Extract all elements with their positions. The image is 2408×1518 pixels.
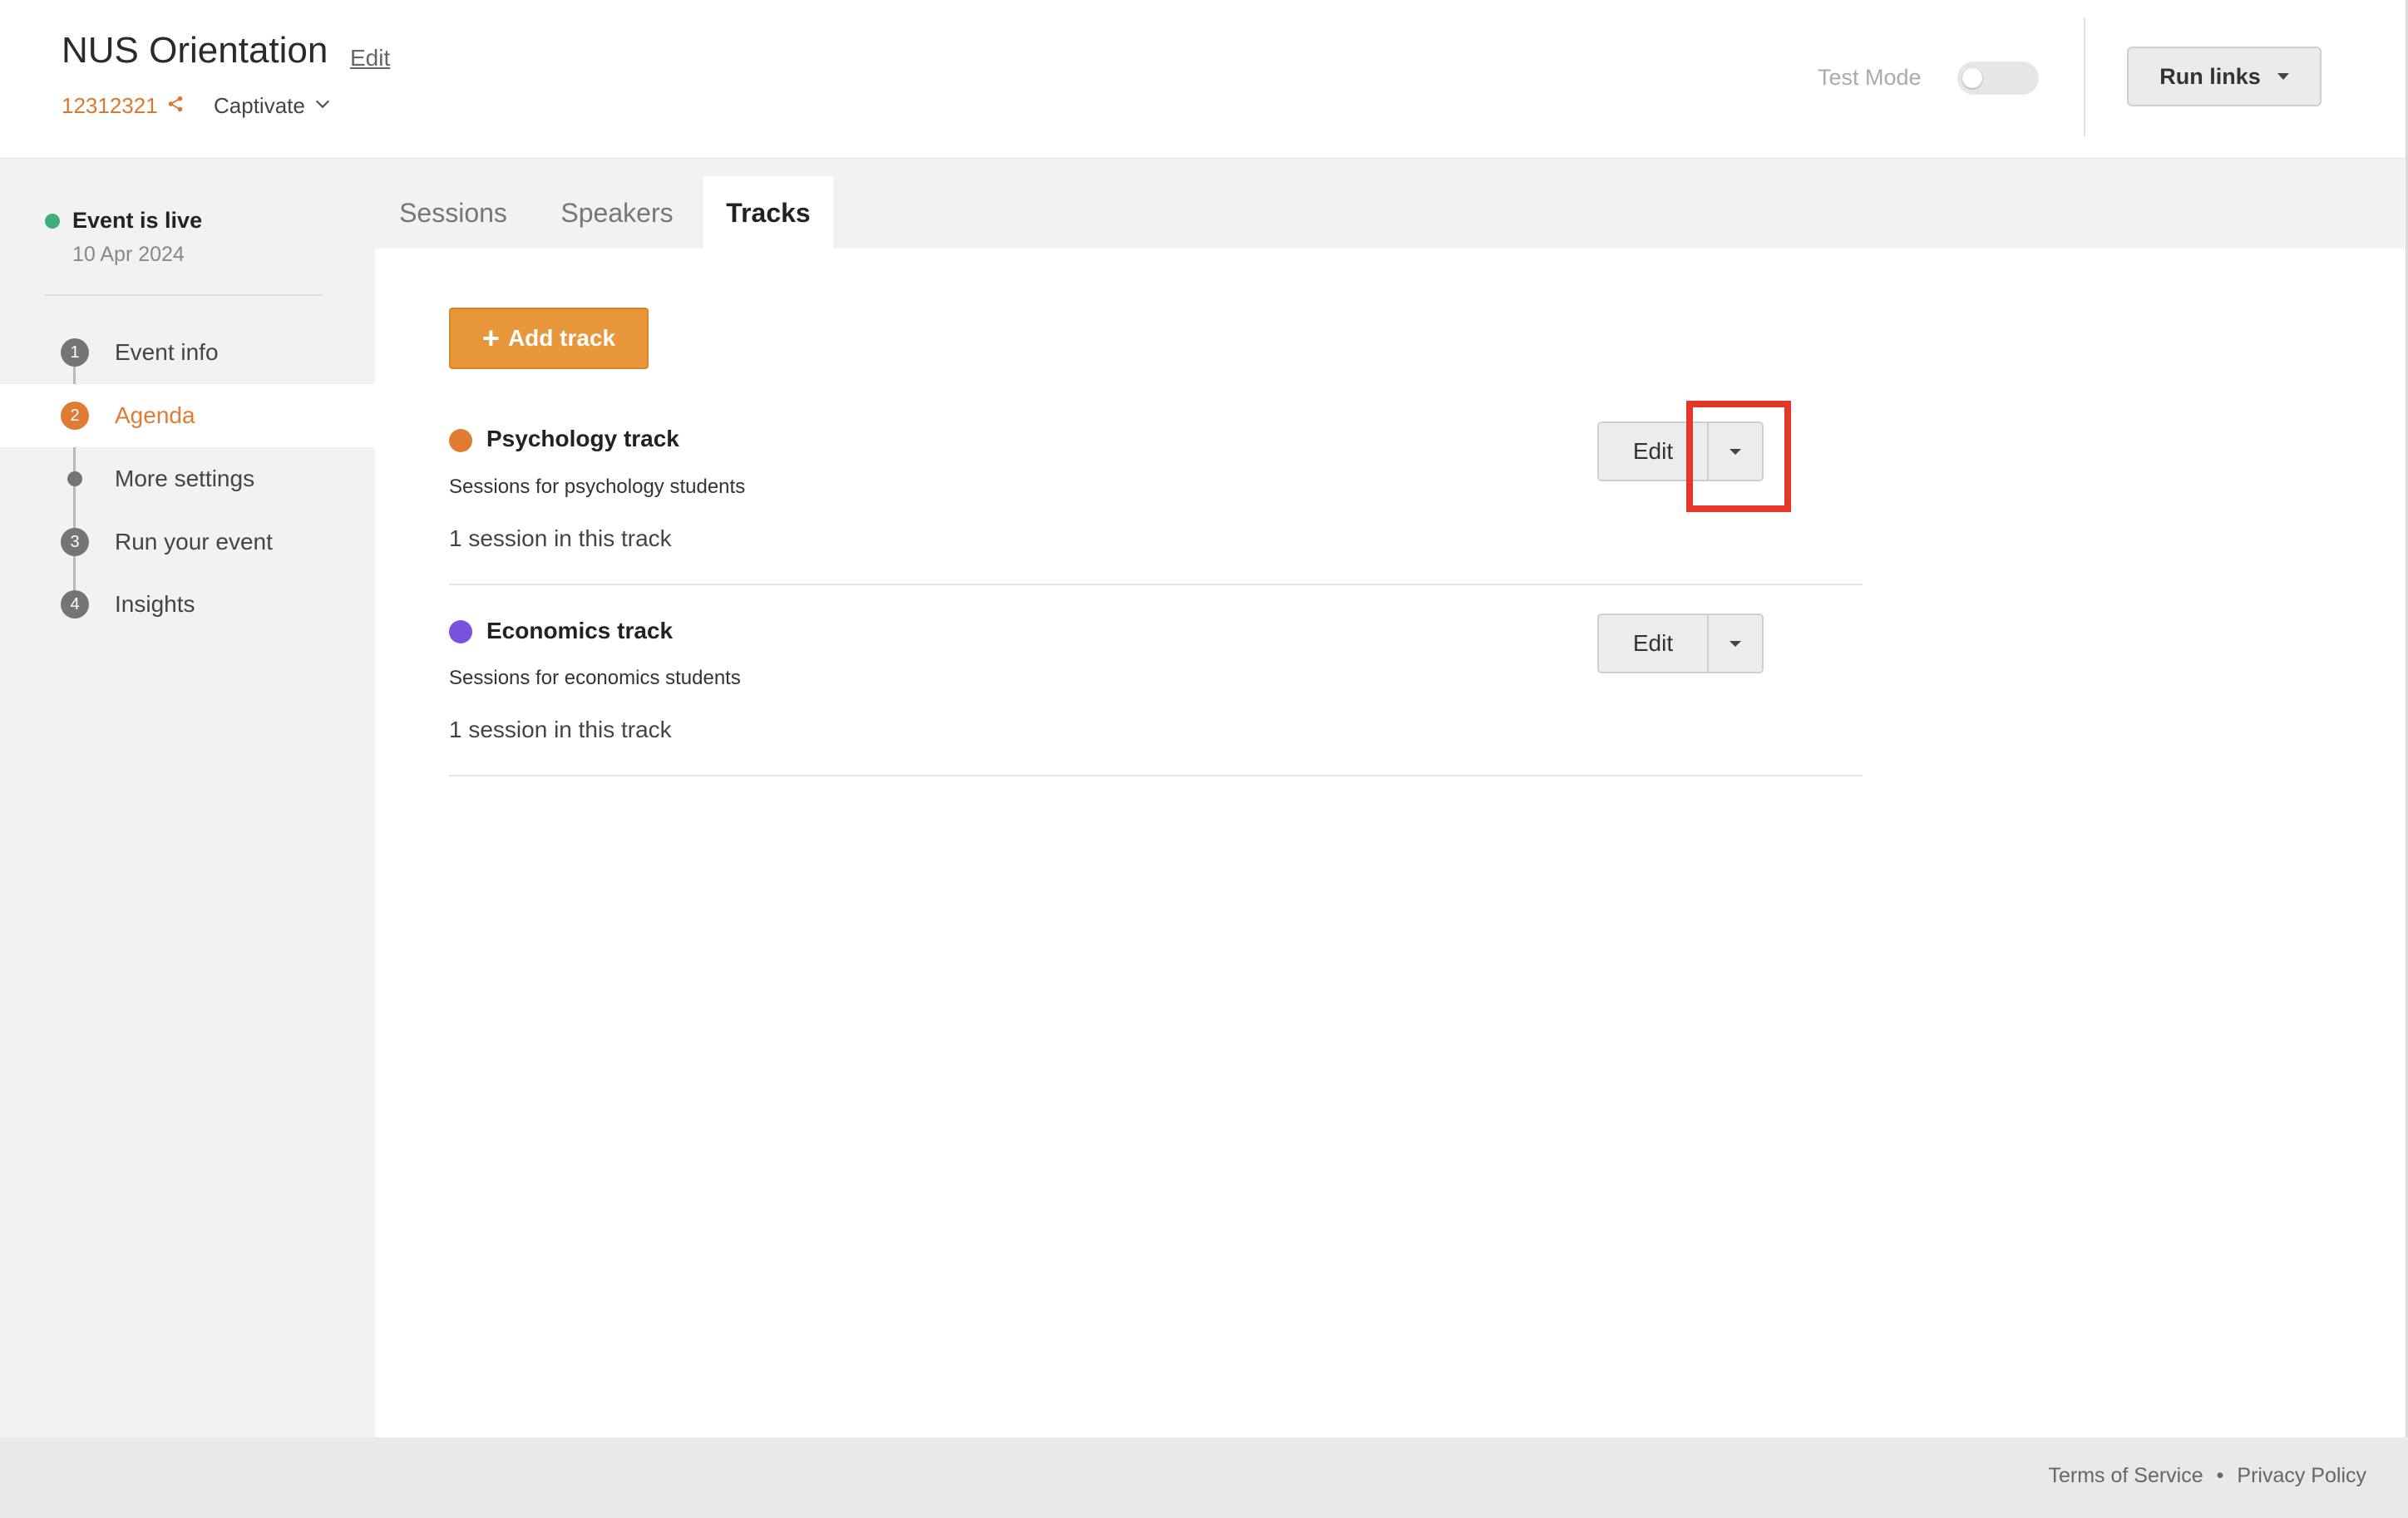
add-track-button[interactable]: + Add track <box>449 308 649 369</box>
plus-icon: + <box>481 321 500 355</box>
footer-links: Terms of Service • Privacy Policy <box>2048 1464 2366 1488</box>
track-name: Psychology track <box>486 426 679 451</box>
step-number: 1 <box>61 338 89 367</box>
sidebar-item-label: Agenda <box>115 402 195 428</box>
track-session-count: 1 session in this track <box>449 717 672 742</box>
track-actions-dropdown-button[interactable] <box>1709 614 1764 673</box>
tab-sessions[interactable]: Sessions <box>375 176 531 249</box>
caret-down-icon <box>1730 640 1741 647</box>
track-actions: Edit <box>1597 614 1764 673</box>
header-divider <box>2084 18 2085 136</box>
sidebar-item-label: More settings <box>115 466 255 491</box>
track-session-count: 1 session in this track <box>449 525 672 551</box>
event-id-text: 12312321 <box>62 93 158 118</box>
privacy-policy-link[interactable]: Privacy Policy <box>2237 1464 2366 1488</box>
sidebar-item-insights[interactable]: 4 Insights <box>0 573 375 636</box>
edit-track-button[interactable]: Edit <box>1597 614 1709 673</box>
footer-separator: • <box>2216 1464 2224 1487</box>
track-description: Sessions for economics students <box>449 667 741 689</box>
sidebar-item-label: Insights <box>115 591 195 617</box>
sidebar-item-more-settings[interactable]: More settings <box>0 447 375 510</box>
highlight-annotation-box <box>1686 401 1791 512</box>
event-title: NUS Orientation <box>62 30 328 71</box>
event-status: Event is live <box>72 208 203 233</box>
live-status-dot <box>45 214 60 229</box>
caret-down-icon <box>2277 73 2289 80</box>
share-icon[interactable] <box>166 93 185 119</box>
event-id[interactable]: 12312321 <box>62 93 185 119</box>
step-number: 2 <box>61 402 89 430</box>
sidebar-item-agenda[interactable]: 2 Agenda <box>0 384 375 447</box>
sidebar-item-label: Run your event <box>115 529 273 554</box>
chevron-down-icon <box>313 93 332 119</box>
track-description: Sessions for psychology students <box>449 476 746 498</box>
track-divider <box>449 584 1863 585</box>
track-name: Economics track <box>486 618 674 643</box>
page-header: NUS Orientation Edit 12312321 Captivate … <box>0 0 2408 159</box>
track-divider <box>449 775 1863 776</box>
sidebar-item-label: Event info <box>115 339 219 365</box>
test-mode-label: Test Mode <box>1818 65 1922 90</box>
step-number: 3 <box>61 528 89 556</box>
sidebar-divider <box>45 294 323 296</box>
run-links-button[interactable]: Run links <box>2127 47 2322 106</box>
sidebar-item-event-info[interactable]: 1 Event info <box>0 321 375 384</box>
add-track-label: Add track <box>507 325 616 351</box>
terms-of-service-link[interactable]: Terms of Service <box>2048 1464 2203 1488</box>
step-number: 4 <box>61 590 89 619</box>
toggle-knob <box>1962 68 1982 88</box>
run-links-label: Run links <box>2159 63 2261 89</box>
tab-tracks[interactable]: Tracks <box>703 176 833 249</box>
substep-dot <box>67 471 82 486</box>
org-selector[interactable]: Captivate <box>214 93 332 119</box>
event-date: 10 Apr 2024 <box>72 243 185 266</box>
sidebar-item-run-your-event[interactable]: 3 Run your event <box>0 510 375 574</box>
edit-title-link[interactable]: Edit <box>350 45 390 71</box>
org-name: Captivate <box>214 93 305 118</box>
page-footer <box>0 1437 2408 1518</box>
track-color-dot <box>449 429 472 452</box>
tab-speakers[interactable]: Speakers <box>536 176 698 249</box>
track-color-dot <box>449 620 472 643</box>
test-mode-toggle[interactable] <box>1957 62 2039 95</box>
